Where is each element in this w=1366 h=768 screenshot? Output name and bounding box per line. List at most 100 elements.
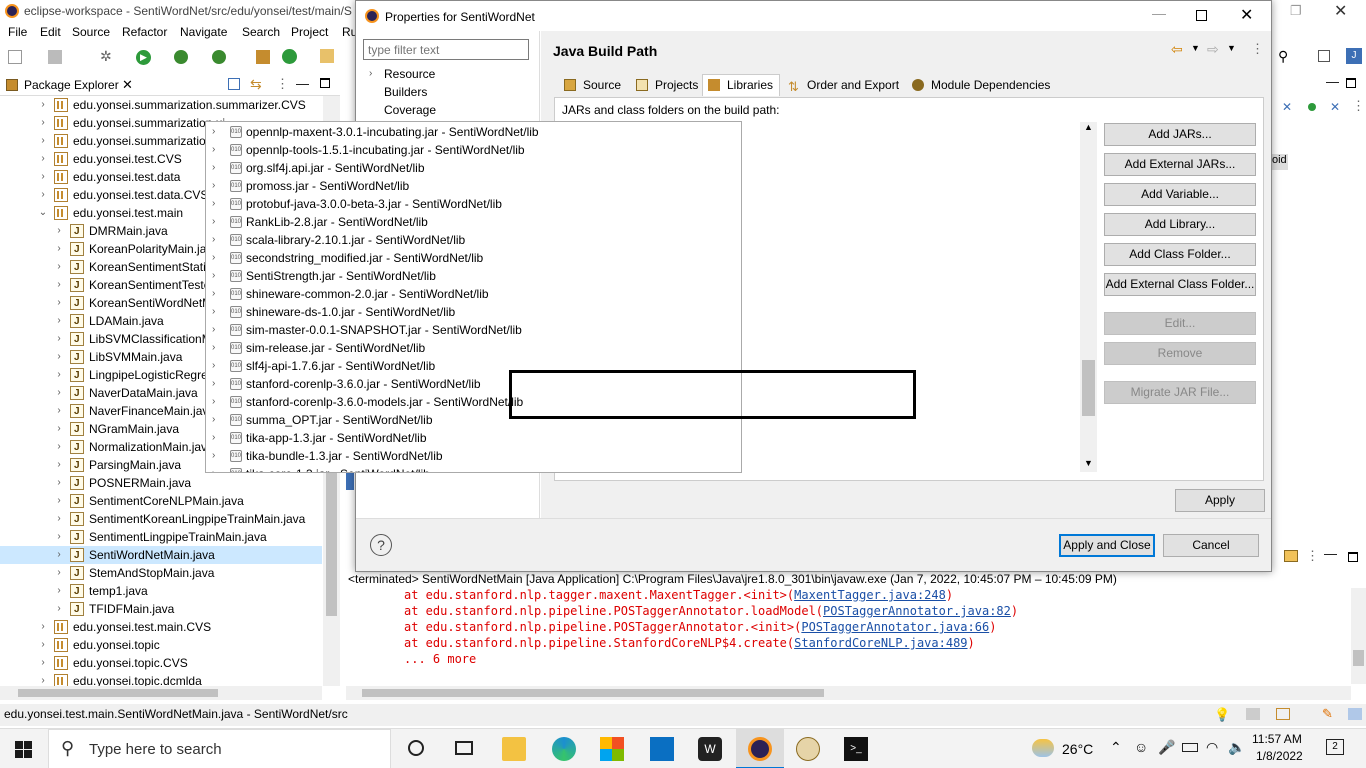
chevron-right-icon[interactable]: › [54, 348, 64, 366]
minimize-icon[interactable]: — [1152, 5, 1166, 21]
chevron-down-icon[interactable]: ▼ [1191, 43, 1200, 53]
chevron-right-icon[interactable]: › [212, 375, 215, 393]
paint-icon[interactable] [796, 737, 820, 761]
open-console-icon[interactable] [1284, 550, 1298, 562]
scroll-down-icon[interactable]: ▼ [1084, 458, 1093, 468]
jar-list-vscroll-thumb[interactable] [1082, 360, 1095, 416]
scroll-up-icon[interactable]: ▲ [1084, 122, 1093, 132]
jar-item[interactable]: › 010 sim-release.jar - SentiWordNet/lib [206, 339, 724, 357]
jar-item[interactable]: › 010 scala-library-2.10.1.jar - SentiWord… [206, 231, 724, 249]
jar-item[interactable]: › 010 promoss.jar - SentiWordNet/lib [206, 177, 724, 195]
external-tools-icon[interactable] [212, 50, 226, 64]
chevron-right-icon[interactable]: › [54, 456, 64, 474]
chevron-right-icon[interactable]: › [369, 68, 372, 79]
tree-file[interactable]: › SentiWordNetMain.java [0, 546, 322, 565]
jar-item[interactable]: › 010 SentiStrength.jar - SentiWordNet/lib [206, 267, 724, 285]
add-external-jars-button[interactable]: Add External JARs... [1104, 153, 1256, 176]
tab-libraries[interactable]: Libraries [702, 74, 780, 96]
chevron-right-icon[interactable]: › [38, 150, 48, 168]
chevron-right-icon[interactable]: › [54, 510, 64, 528]
tree-file[interactable]: › SentimentLingpipeTrainMain.java [0, 528, 322, 547]
chevron-right-icon[interactable]: › [212, 321, 215, 339]
maximize-icon[interactable] [1348, 552, 1358, 562]
chevron-right-icon[interactable]: › [54, 276, 64, 294]
new-package-icon[interactable] [256, 50, 270, 64]
store-icon[interactable] [600, 737, 624, 761]
nav-item[interactable]: Builders [384, 85, 427, 99]
chevron-right-icon[interactable]: › [54, 528, 64, 546]
forward-icon[interactable]: ⇨ [1207, 41, 1219, 58]
webex-icon[interactable]: W [698, 737, 722, 761]
menu-project[interactable]: Project [291, 25, 328, 39]
mail-icon[interactable] [650, 737, 674, 761]
new-icon[interactable] [8, 50, 22, 64]
chevron-right-icon[interactable]: › [54, 258, 64, 276]
chevron-right-icon[interactable]: › [54, 384, 64, 402]
help-icon[interactable]: ? [370, 534, 392, 556]
minimize-icon[interactable]: — [1324, 546, 1337, 561]
menu-search[interactable]: Search [242, 25, 280, 39]
view-menu-icon[interactable]: ⋮ [1306, 548, 1319, 564]
book-icon[interactable] [1276, 708, 1290, 720]
maximize-icon[interactable] [1346, 78, 1356, 88]
filter-input[interactable] [363, 39, 529, 60]
taskbar-search[interactable]: ⚲ Type here to search [48, 729, 391, 768]
pencil-icon[interactable]: ✎ [1322, 706, 1333, 722]
edit-button[interactable]: Edit... [1104, 312, 1256, 335]
remove-button[interactable]: Remove [1104, 342, 1256, 365]
close-icon[interactable]: ✕ [1240, 5, 1253, 25]
chevron-right-icon[interactable]: › [54, 294, 64, 312]
chevron-right-icon[interactable]: › [54, 240, 64, 258]
chevron-right-icon[interactable]: › [212, 465, 215, 472]
tree-file[interactable]: › TFIDFMain.java [0, 600, 322, 619]
chevron-right-icon[interactable]: › [54, 438, 64, 456]
tab-module-dependencies[interactable]: Module Dependencies [906, 74, 1054, 96]
wifi-icon[interactable]: ◠ [1206, 739, 1218, 756]
folder-icon[interactable] [1348, 708, 1362, 720]
task-view-icon[interactable] [455, 741, 473, 755]
tab-source[interactable]: Source [558, 74, 626, 96]
jar-item[interactable]: › 010 opennlp-maxent-3.0.1-incubating.jar … [206, 123, 724, 141]
coverage-icon[interactable] [174, 50, 188, 64]
stack-link[interactable]: MaxentTagger.java:248 [794, 588, 946, 602]
chevron-right-icon[interactable]: › [212, 267, 215, 285]
add-jars-button[interactable]: Add JARs... [1104, 123, 1256, 146]
restore-icon[interactable]: ❐ [1290, 3, 1302, 19]
chevron-right-icon[interactable]: › [38, 672, 48, 686]
volume-icon[interactable]: 🔈 [1228, 739, 1245, 756]
java-perspective-icon[interactable]: J [1346, 48, 1362, 64]
nav-item[interactable]: Resource [384, 67, 435, 81]
stack-link[interactable]: StanfordCoreNLP.java:489 [794, 636, 967, 650]
chevron-down-icon[interactable]: ▼ [1227, 43, 1236, 53]
eclipse-taskbar-item[interactable] [736, 729, 784, 768]
clock-date[interactable]: 1/8/2022 [1256, 749, 1303, 763]
chevron-up-icon[interactable]: ⌃ [1110, 739, 1122, 756]
chevron-right-icon[interactable]: › [212, 159, 215, 177]
chevron-right-icon[interactable]: › [38, 186, 48, 204]
chevron-right-icon[interactable]: › [212, 411, 215, 429]
close-icon[interactable]: ✕ [1334, 1, 1347, 21]
tree-file[interactable]: › POSNERMain.java [0, 474, 322, 493]
new-class-icon[interactable] [282, 49, 297, 64]
tree-hscroll-thumb[interactable] [18, 689, 218, 697]
edge-icon[interactable] [552, 737, 576, 761]
jar-item[interactable]: › 010 protobuf-java-3.0.0-beta-3.jar - Sen… [206, 195, 724, 213]
menu-source[interactable]: Source [72, 25, 110, 39]
chevron-right-icon[interactable]: › [38, 618, 48, 636]
chevron-right-icon[interactable]: › [54, 420, 64, 438]
chevron-right-icon[interactable]: › [54, 402, 64, 420]
chevron-right-icon[interactable]: › [54, 312, 64, 330]
jar-item[interactable]: › 010 RankLib-2.8.jar - SentiWordNet/lib [206, 213, 724, 231]
add-class-folder-button[interactable]: Add Class Folder... [1104, 243, 1256, 266]
chevron-right-icon[interactable]: › [212, 123, 215, 141]
stack-link[interactable]: POSTaggerAnnotator.java:66 [801, 620, 989, 634]
menu-navigate[interactable]: Navigate [180, 25, 227, 39]
chevron-right-icon[interactable]: › [212, 339, 215, 357]
chevron-right-icon[interactable]: › [212, 393, 215, 411]
jar-list-vscroll[interactable]: ▲ ▼ [1080, 122, 1097, 472]
chevron-right-icon[interactable]: › [212, 141, 215, 159]
search-icon[interactable]: ⚲ [1278, 48, 1288, 65]
chevron-right-icon[interactable]: › [38, 654, 48, 672]
outline-tool-icon[interactable]: ✕ [1282, 100, 1292, 114]
chevron-right-icon[interactable]: › [38, 96, 48, 114]
